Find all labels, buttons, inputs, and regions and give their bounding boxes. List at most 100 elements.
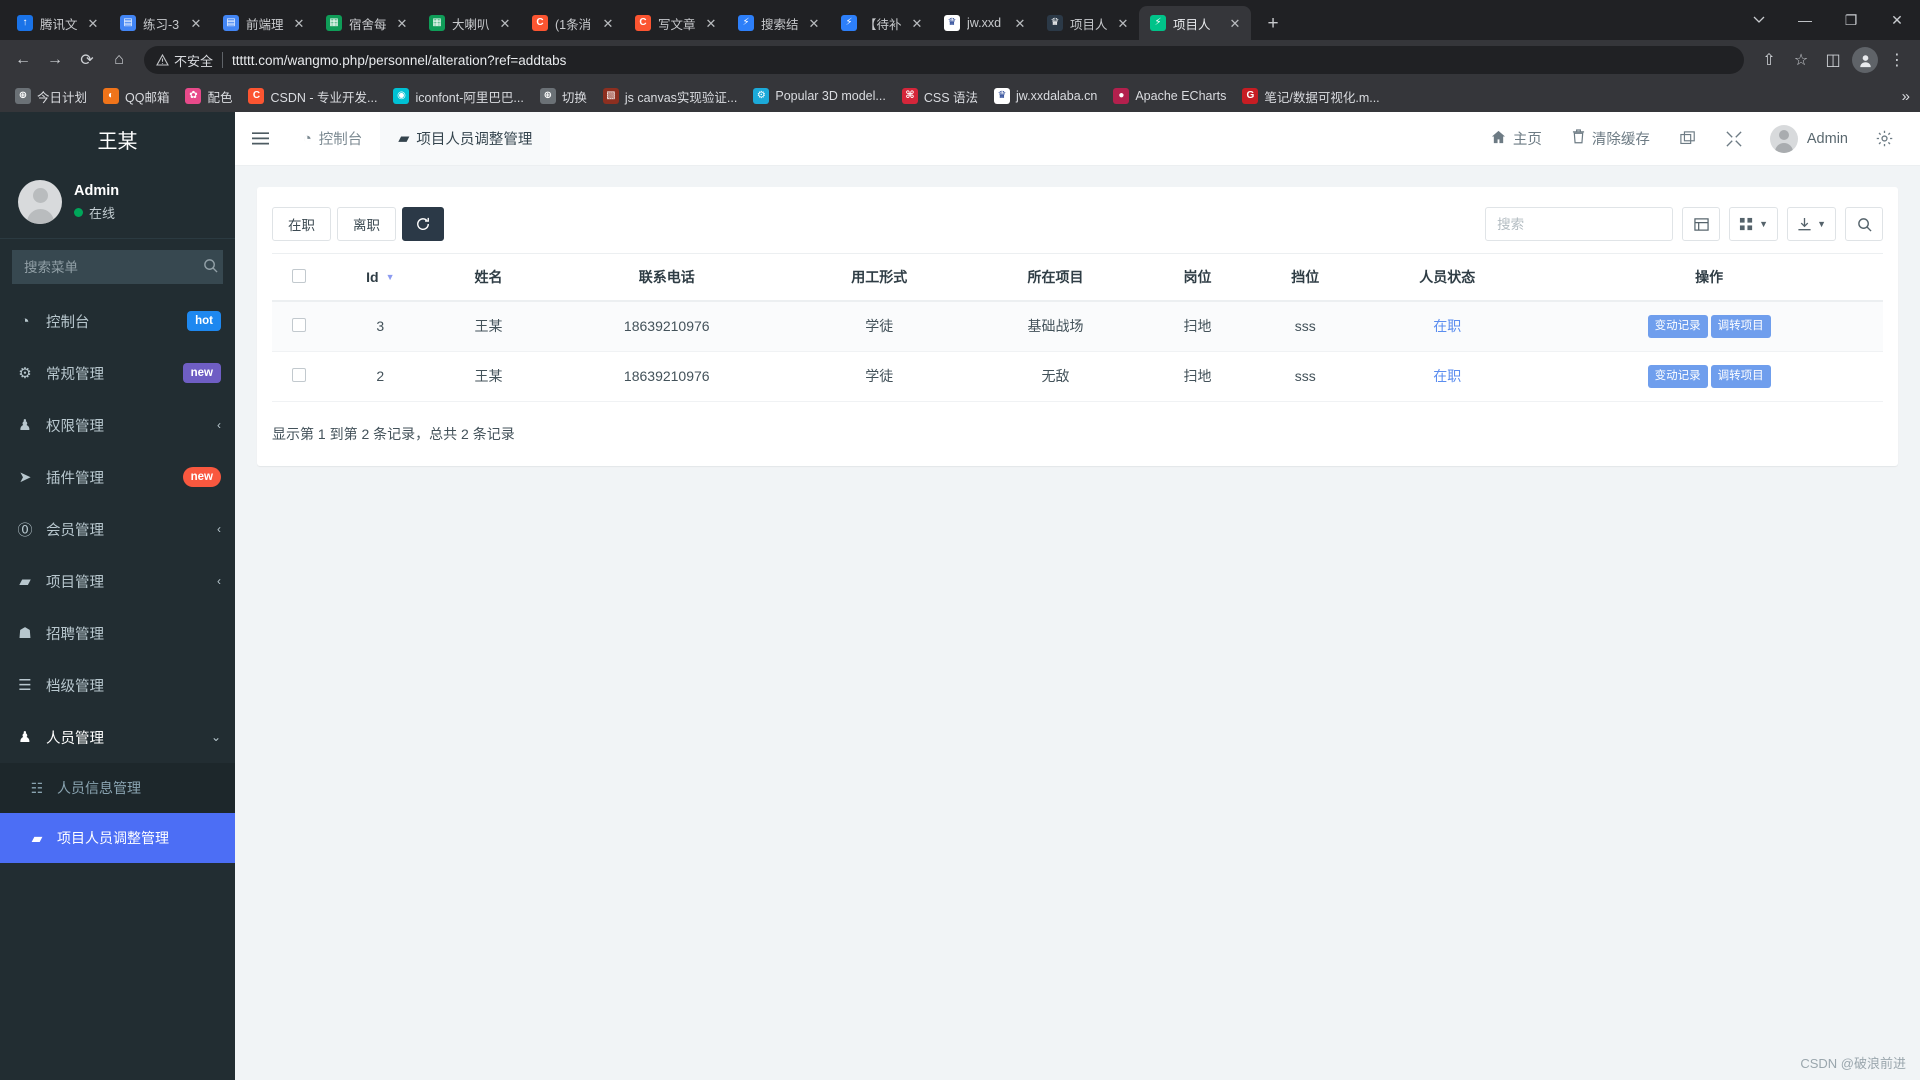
- browser-tab[interactable]: ♛ jw.xxd ✕: [933, 6, 1036, 40]
- bookmark-item[interactable]: ⊕ 切换: [533, 83, 594, 110]
- export-button[interactable]: ▼: [1787, 207, 1836, 241]
- bookmark-item[interactable]: ✿ 配色: [178, 83, 239, 110]
- filter-button[interactable]: 在职: [272, 207, 331, 241]
- columns-button[interactable]: ▼: [1729, 207, 1779, 241]
- browser-tab[interactable]: ▦ 宿舍每 ✕: [315, 6, 418, 40]
- table-header-cell[interactable]: 操作: [1535, 253, 1883, 302]
- table-search-input[interactable]: [1485, 207, 1674, 241]
- bookmarks-overflow-button[interactable]: »: [1902, 88, 1910, 105]
- row-action-button[interactable]: 变动记录: [1647, 315, 1708, 338]
- navbar-tab[interactable]: ◔ 控制台: [285, 112, 380, 165]
- tab-search-button[interactable]: [1736, 0, 1782, 40]
- browser-tab[interactable]: ⚡ 【待补 ✕: [830, 6, 933, 40]
- sidebar-subitem[interactable]: ▰ 项目人员调整管理: [0, 813, 235, 863]
- home-button[interactable]: ⌂: [104, 45, 134, 75]
- row-checkbox[interactable]: [292, 367, 306, 382]
- bookmark-item[interactable]: ▧ js canvas实现验证...: [596, 83, 745, 110]
- close-icon[interactable]: ✕: [806, 15, 822, 31]
- browser-tab[interactable]: C (1条消 ✕: [521, 6, 624, 40]
- close-icon[interactable]: ✕: [394, 15, 410, 31]
- close-icon[interactable]: ✕: [1115, 15, 1131, 31]
- sidebar-item-folder[interactable]: ▰ 项目管理 ‹: [0, 555, 235, 607]
- bookmark-item[interactable]: ◐ QQ邮箱: [96, 83, 176, 110]
- address-bar[interactable]: 不安全 tttttt.com/wangmo.php/personnel/alte…: [144, 46, 1744, 74]
- row-action-button[interactable]: 调转项目: [1710, 364, 1771, 388]
- toggle-view-button[interactable]: [1682, 207, 1721, 241]
- bookmark-item[interactable]: ◉ iconfont-阿里巴巴...: [386, 83, 530, 110]
- row-action-button[interactable]: 变动记录: [1647, 364, 1708, 388]
- fullscreen-icon[interactable]: [1712, 112, 1756, 165]
- sidebar-item-gears[interactable]: ⚙ 常规管理 new: [0, 347, 235, 399]
- table-header-cell[interactable]: 人员状态: [1359, 253, 1536, 302]
- browser-tab[interactable]: C 写文章 ✕: [624, 6, 727, 40]
- search-icon[interactable]: [203, 258, 218, 276]
- table-header-cell[interactable]: 挡位: [1251, 253, 1360, 302]
- browser-tab[interactable]: ▤ 前端理 ✕: [212, 6, 315, 40]
- nav-link-clear-cache[interactable]: 清除缓存: [1558, 112, 1664, 165]
- sidebar-item-user-circle[interactable]: ⓪ 会员管理 ‹: [0, 503, 235, 555]
- close-icon[interactable]: ✕: [1227, 15, 1243, 31]
- bookmark-item[interactable]: ♛ jw.xxdalaba.cn: [987, 84, 1104, 108]
- bookmark-item[interactable]: ⚙ Popular 3D model...: [746, 84, 892, 108]
- share-button[interactable]: ⇧: [1754, 45, 1784, 75]
- browser-tab[interactable]: ▦ 大喇叭 ✕: [418, 6, 521, 40]
- hamburger-icon[interactable]: [235, 112, 285, 165]
- close-icon[interactable]: ✕: [291, 15, 307, 31]
- refresh-button[interactable]: [402, 207, 444, 241]
- sidebar-item-dashboard[interactable]: ◔ 控制台 hot: [0, 295, 235, 347]
- sidebar-search-box[interactable]: [12, 250, 223, 284]
- close-icon[interactable]: ✕: [188, 15, 204, 31]
- bookmark-item[interactable]: G 笔记/数据可视化.m...: [1235, 83, 1386, 110]
- filter-button[interactable]: 离职: [337, 207, 396, 241]
- reload-button[interactable]: ⟳: [72, 45, 102, 75]
- close-icon[interactable]: ✕: [497, 15, 513, 31]
- browser-tab[interactable]: ⚡ 项目人 ✕: [1139, 6, 1251, 40]
- close-icon[interactable]: ✕: [600, 15, 616, 31]
- sidebar-item-users[interactable]: ♟ 权限管理 ‹: [0, 399, 235, 451]
- navbar-tab[interactable]: ▰ 项目人员调整管理: [380, 112, 551, 165]
- browser-tab[interactable]: ↑ 腾讯文 ✕: [6, 6, 109, 40]
- menu-search-input[interactable]: [22, 258, 203, 276]
- multi-screen-icon[interactable]: [1666, 112, 1710, 165]
- close-icon[interactable]: ✕: [1012, 15, 1028, 31]
- table-header-cell[interactable]: 用工形式: [791, 253, 968, 302]
- sidebar-item-person[interactable]: ♟ 人员管理 ⌄: [0, 711, 235, 763]
- search-button[interactable]: [1845, 207, 1883, 241]
- gear-icon[interactable]: [1862, 112, 1906, 165]
- status-badge[interactable]: 在职: [1433, 368, 1461, 384]
- close-icon[interactable]: ✕: [85, 15, 101, 31]
- bookmark-item[interactable]: ⌘ CSS 语法: [895, 83, 985, 110]
- bookmark-star-icon[interactable]: ☆: [1786, 45, 1816, 75]
- row-checkbox[interactable]: [292, 317, 306, 332]
- table-header-cell[interactable]: 所在项目: [967, 253, 1144, 302]
- table-header-cell[interactable]: [272, 253, 326, 302]
- profile-avatar-icon[interactable]: [1850, 45, 1880, 75]
- minimize-button[interactable]: —: [1782, 0, 1828, 40]
- browser-tab[interactable]: ♛ 项目人 ✕: [1036, 6, 1139, 40]
- select-all-checkbox[interactable]: [292, 268, 306, 283]
- table-header-cell[interactable]: 岗位: [1143, 253, 1252, 302]
- table-header-cell[interactable]: 联系电话: [542, 253, 792, 302]
- forward-button[interactable]: →: [40, 45, 70, 75]
- bookmark-item[interactable]: ⊕ 今日计划: [8, 83, 94, 110]
- close-window-button[interactable]: ✕: [1874, 0, 1920, 40]
- status-badge[interactable]: 在职: [1433, 318, 1461, 334]
- sidebar-logo[interactable]: 王某: [0, 112, 235, 166]
- nav-link-home[interactable]: 主页: [1477, 112, 1556, 165]
- close-icon[interactable]: ✕: [909, 15, 925, 31]
- sidebar-subitem[interactable]: ☷ 人员信息管理: [0, 763, 235, 813]
- sidebar-item-file-text[interactable]: ☰ 档级管理: [0, 659, 235, 711]
- maximize-button[interactable]: ❐: [1828, 0, 1874, 40]
- browser-tab[interactable]: ▤ 练习-3 ✕: [109, 6, 212, 40]
- table-row[interactable]: 3 王某 18639210976 学徒 基础战场 扫地 sss 在职 变动记录 调转项目: [272, 301, 1883, 352]
- new-tab-button[interactable]: +: [1259, 9, 1287, 37]
- table-header-cell[interactable]: Id ▼: [326, 253, 435, 302]
- table-row[interactable]: 2 王某 18639210976 学徒 无敌 扫地 sss 在职 变动记录 调转项目: [272, 351, 1883, 402]
- sidebar-item-rocket[interactable]: ➤ 插件管理 new: [0, 451, 235, 503]
- bookmark-item[interactable]: C CSDN - 专业开发...: [241, 83, 384, 110]
- bookmark-item[interactable]: ● Apache ECharts: [1106, 84, 1233, 108]
- close-icon[interactable]: ✕: [703, 15, 719, 31]
- browser-tab[interactable]: ⚡ 搜索结 ✕: [727, 6, 830, 40]
- sidebar-item-graduation-cap[interactable]: ☗ 招聘管理: [0, 607, 235, 659]
- split-view-icon[interactable]: ◫: [1818, 45, 1848, 75]
